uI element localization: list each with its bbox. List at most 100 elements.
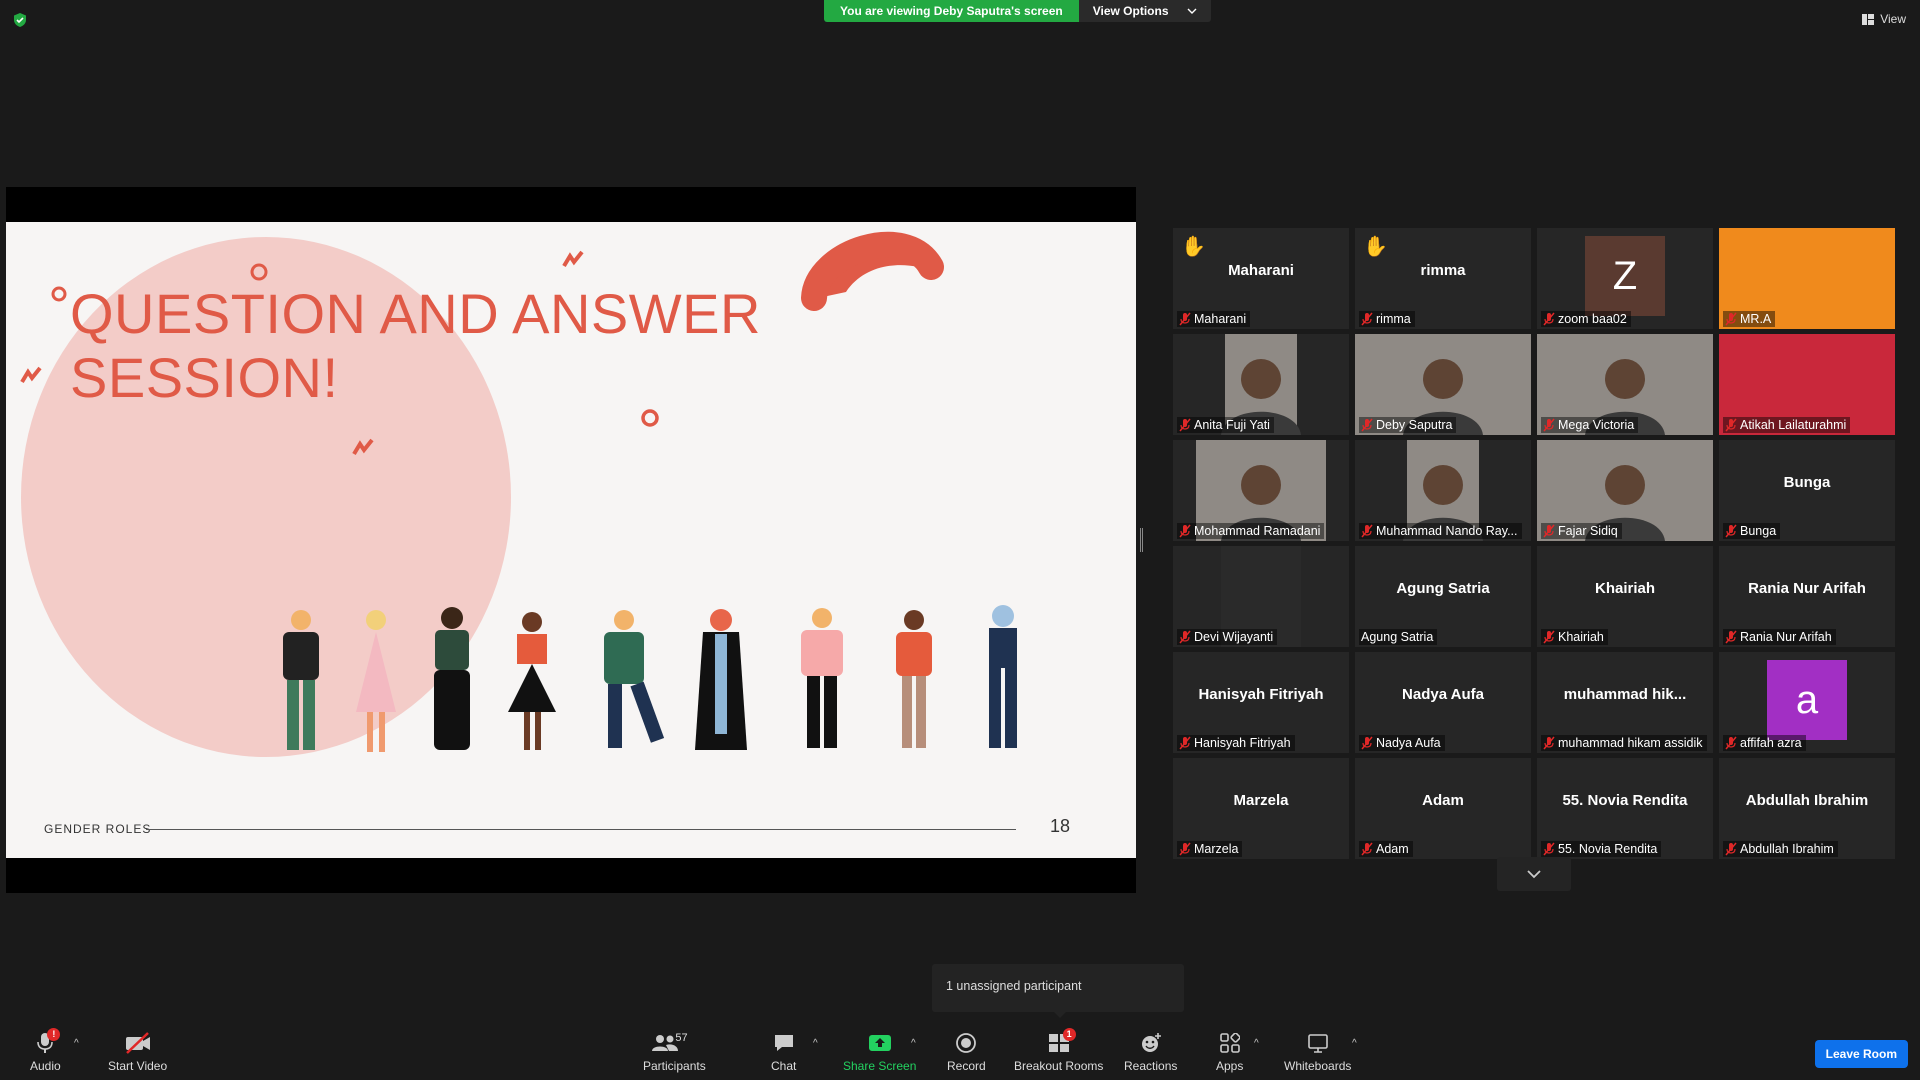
participant-tile[interactable]: a affifah azra bbox=[1719, 652, 1895, 753]
mic-muted-icon bbox=[1179, 418, 1191, 432]
participant-tile[interactable]: ✋ Maharani Maharani bbox=[1173, 228, 1349, 329]
participant-name-label: Mega Victoria bbox=[1541, 417, 1639, 433]
view-layout-button[interactable]: View bbox=[1862, 12, 1906, 26]
audio-label: Audio bbox=[30, 1059, 61, 1073]
chat-button[interactable]: Chat bbox=[771, 1030, 796, 1073]
mic-muted-icon bbox=[1725, 312, 1737, 326]
slide-page-number: 18 bbox=[1050, 816, 1071, 836]
participant-name-label: Bunga bbox=[1723, 523, 1781, 539]
participant-tile[interactable]: Hanisyah Fitriyah Hanisyah Fitriyah bbox=[1173, 652, 1349, 753]
unassigned-participant-tooltip: 1 unassigned participant bbox=[932, 964, 1184, 1018]
participant-name-center: Khairiah bbox=[1594, 580, 1655, 597]
record-button[interactable]: Record bbox=[947, 1030, 986, 1073]
participant-name: Rania Nur Arifah bbox=[1740, 630, 1832, 644]
presentation-slide: QUESTION AND ANSWER SESSION! GENDER ROLE… bbox=[6, 222, 1136, 858]
whiteboards-button[interactable]: Whiteboards bbox=[1284, 1030, 1351, 1073]
participant-name-label: MR.A bbox=[1723, 311, 1776, 327]
view-options-button[interactable]: View Options bbox=[1078, 0, 1211, 22]
audio-options-caret[interactable]: ^ bbox=[74, 1038, 79, 1049]
participant-name: Devi Wijayanti bbox=[1194, 630, 1274, 644]
audio-button[interactable]: ! Audio bbox=[30, 1028, 61, 1073]
mic-muted-icon bbox=[1543, 736, 1555, 750]
participant-tile[interactable]: Fajar Sidiq bbox=[1537, 440, 1713, 541]
participant-tile[interactable]: Devi Wijayanti bbox=[1173, 546, 1349, 647]
participant-name: Fajar Sidiq bbox=[1558, 524, 1618, 538]
participant-tile[interactable]: Adam Adam bbox=[1355, 758, 1531, 859]
splitter-handle[interactable] bbox=[1140, 528, 1143, 552]
participant-name: Deby Saputra bbox=[1376, 418, 1453, 432]
leave-room-button[interactable]: Leave Room bbox=[1814, 1040, 1908, 1068]
chat-icon bbox=[774, 1035, 793, 1051]
participant-name-label: affifah azra bbox=[1723, 735, 1806, 751]
participant-tile[interactable]: Mohammad Ramadani bbox=[1173, 440, 1349, 541]
participant-tile[interactable]: ✋ rimma rimma bbox=[1355, 228, 1531, 329]
participant-tile[interactable]: Agung Satria Agung Satria bbox=[1355, 546, 1531, 647]
mic-muted-icon bbox=[1543, 630, 1555, 644]
apps-button[interactable]: Apps bbox=[1216, 1030, 1243, 1073]
participant-tile[interactable]: Deby Saputra bbox=[1355, 334, 1531, 435]
participant-name-center: rimma bbox=[1420, 262, 1466, 279]
participant-tile[interactable]: MR.A bbox=[1719, 228, 1895, 329]
screen-share-banner: You are viewing Deby Saputra's screen Vi… bbox=[824, 0, 1211, 22]
participant-tile[interactable]: Atikah Lailaturahmi bbox=[1719, 334, 1895, 435]
shared-screen[interactable]: QUESTION AND ANSWER SESSION! GENDER ROLE… bbox=[6, 187, 1136, 893]
unassigned-text: 1 unassigned participant bbox=[946, 979, 1082, 993]
share-screen-icon bbox=[868, 1035, 891, 1051]
participant-tile[interactable]: Abdullah Ibrahim Abdullah Ibrahim bbox=[1719, 758, 1895, 859]
gallery-next-page-button[interactable] bbox=[1497, 857, 1571, 891]
participant-name-center: Nadya Aufa bbox=[1402, 686, 1484, 703]
participant-name: Abdullah Ibrahim bbox=[1740, 842, 1834, 856]
participant-name-label: Hanisyah Fitriyah bbox=[1177, 735, 1295, 751]
mic-muted-icon bbox=[1361, 418, 1373, 432]
participant-tile[interactable]: Khairiah Khairiah bbox=[1537, 546, 1713, 647]
participant-tile[interactable]: Mega Victoria bbox=[1537, 334, 1713, 435]
participant-tile[interactable]: Rania Nur Arifah Rania Nur Arifah bbox=[1719, 546, 1895, 647]
participant-name: Adam bbox=[1376, 842, 1409, 856]
start-video-button[interactable]: Start Video bbox=[108, 1030, 167, 1073]
participant-name-label: Maharani bbox=[1177, 311, 1251, 327]
chevron-down-icon bbox=[1187, 8, 1197, 14]
participant-name-label: Fajar Sidiq bbox=[1541, 523, 1622, 539]
participant-tile[interactable]: Marzela Marzela bbox=[1173, 758, 1349, 859]
share-screen-button[interactable]: Share Screen bbox=[843, 1030, 916, 1073]
record-label: Record bbox=[947, 1059, 986, 1073]
mic-muted-icon bbox=[1543, 312, 1555, 326]
participant-tile[interactable]: muhammad hik... muhammad hikam assidik bbox=[1537, 652, 1713, 753]
whiteboards-options-caret[interactable]: ^ bbox=[1352, 1038, 1357, 1049]
participant-name: MR.A bbox=[1740, 312, 1772, 326]
chat-options-caret[interactable]: ^ bbox=[813, 1038, 818, 1049]
participant-tile[interactable]: Nadya Aufa Nadya Aufa bbox=[1355, 652, 1531, 753]
participant-avatar: Z bbox=[1585, 236, 1665, 316]
slide-footer-label: GENDER ROLES bbox=[44, 822, 152, 836]
participant-name-center: Rania Nur Arifah bbox=[1748, 580, 1866, 597]
security-shield-icon[interactable] bbox=[12, 12, 28, 28]
participant-gallery: ✋ Maharani Maharani ✋ rimma rimma Zzoom baa02 M… bbox=[1173, 228, 1897, 859]
video-off-icon bbox=[125, 1032, 150, 1054]
participant-name: Agung Satria bbox=[1361, 630, 1434, 644]
zoom-meeting-window: You are viewing Deby Saputra's screen Vi… bbox=[0, 0, 1920, 1080]
audio-warning-badge: ! bbox=[47, 1028, 61, 1041]
participant-name-label: Nadya Aufa bbox=[1359, 735, 1445, 751]
participant-tile[interactable]: 55. Novia Rendita 55. Novia Rendita bbox=[1537, 758, 1713, 859]
participant-name-center: Abdullah Ibrahim bbox=[1745, 792, 1869, 809]
participant-name: Mega Victoria bbox=[1558, 418, 1635, 432]
participant-tile[interactable]: Anita Fuji Yati bbox=[1173, 334, 1349, 435]
mic-muted-icon bbox=[1725, 524, 1737, 538]
participant-tile[interactable]: Bunga Bunga bbox=[1719, 440, 1895, 541]
breakout-rooms-button[interactable]: 1 Breakout Rooms bbox=[1014, 1028, 1103, 1073]
mic-muted-icon bbox=[1179, 312, 1191, 326]
share-options-caret[interactable]: ^ bbox=[911, 1038, 916, 1049]
apps-options-caret[interactable]: ^ bbox=[1254, 1038, 1259, 1049]
meeting-toolbar: ! Audio ^ Start Video 57 Participants Ch… bbox=[0, 1022, 1920, 1080]
mic-muted-icon bbox=[1543, 418, 1555, 432]
participant-tile[interactable]: Muhammad Nando Ray... bbox=[1355, 440, 1531, 541]
mic-muted-icon bbox=[1361, 312, 1373, 326]
participant-name: Bunga bbox=[1740, 524, 1777, 538]
record-icon bbox=[956, 1033, 977, 1053]
participant-name-label: Adam bbox=[1359, 841, 1413, 857]
reactions-button[interactable]: Reactions bbox=[1124, 1030, 1177, 1073]
participants-button[interactable]: 57 Participants bbox=[643, 1030, 706, 1073]
participant-tile[interactable]: Zzoom baa02 bbox=[1537, 228, 1713, 329]
mic-muted-icon bbox=[1179, 630, 1191, 644]
share-screen-label: Share Screen bbox=[843, 1059, 917, 1073]
